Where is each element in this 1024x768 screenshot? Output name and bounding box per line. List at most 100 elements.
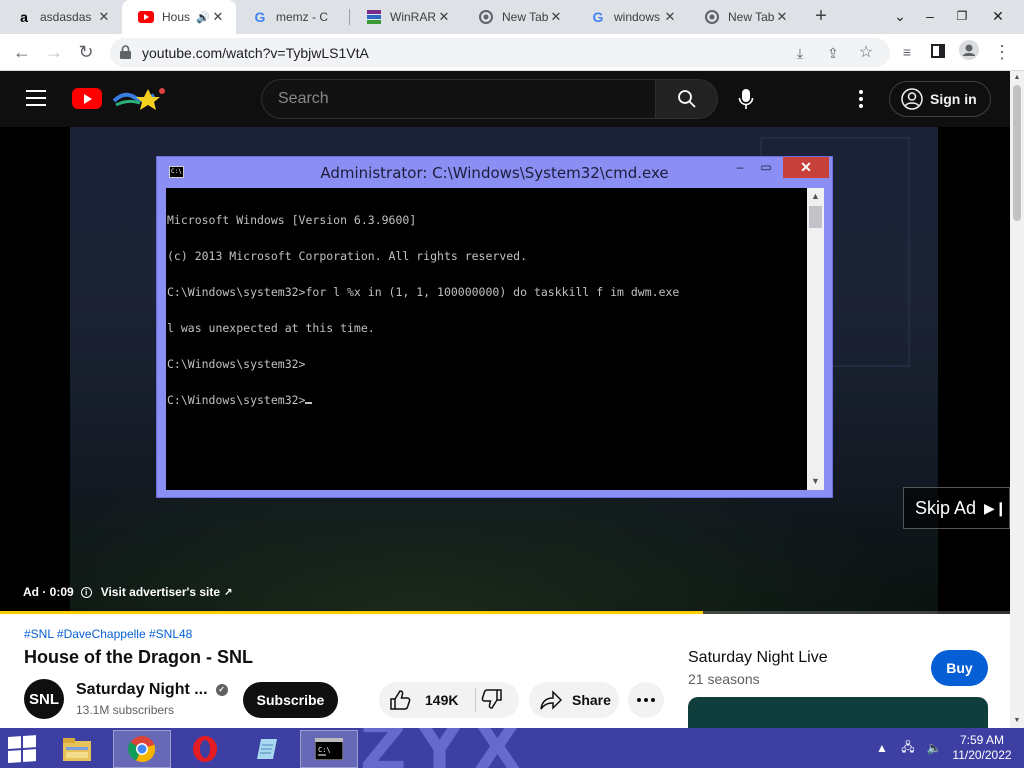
offer-seasons: 21 seasons: [688, 671, 760, 687]
search-button[interactable]: [655, 79, 718, 119]
taskbar-chrome-icon[interactable]: [113, 730, 171, 768]
taskbar-file-explorer-icon[interactable]: [48, 730, 106, 768]
side-panel-icon[interactable]: [926, 40, 950, 64]
reload-icon[interactable]: ↻: [74, 40, 98, 64]
youtube-logo-icon[interactable]: [72, 88, 102, 109]
scroll-thumb[interactable]: [809, 206, 822, 228]
tab-windows[interactable]: G windows ✕: [574, 0, 688, 34]
cmd-minimize-icon[interactable]: –: [727, 157, 753, 179]
close-tab-icon[interactable]: ✕: [96, 9, 112, 25]
chrome-icon: [478, 9, 494, 25]
skip-ad-label: Skip Ad: [915, 497, 977, 518]
cmd-maximize-icon[interactable]: ▭: [753, 157, 779, 179]
bookmark-star-icon[interactable]: ☆: [856, 43, 876, 63]
tab-search-chevron-icon[interactable]: ⌄: [884, 0, 916, 34]
more-actions-icon[interactable]: [628, 682, 664, 718]
close-tab-icon[interactable]: ✕: [662, 9, 678, 25]
ad-info-bar: Ad · 0:09 i Visit advertiser's site ↗: [23, 585, 232, 599]
hashtags[interactable]: #SNL #DaveChappelle #SNL48: [24, 627, 192, 641]
close-tab-icon[interactable]: ✕: [436, 9, 452, 25]
restore-icon[interactable]: ❐: [946, 0, 978, 34]
amazon-icon: a: [20, 9, 28, 25]
youtube-doodle-icon[interactable]: [110, 85, 170, 111]
search-icon: [677, 90, 696, 108]
channel-name[interactable]: Saturday Night ... ✓: [76, 681, 228, 699]
guide-menu-icon[interactable]: [26, 90, 46, 106]
page-scroll-up-icon[interactable]: ▲: [1010, 71, 1024, 85]
speaker-icon[interactable]: 🔊: [196, 11, 210, 24]
tab-title: New Tab: [728, 10, 775, 24]
page-scrollbar[interactable]: ▲ ▼: [1010, 71, 1024, 728]
dislike-button[interactable]: [481, 688, 505, 712]
media-control-icon[interactable]: ≡: [895, 40, 919, 64]
google-icon: G: [254, 9, 266, 25]
skip-ad-button[interactable]: Skip Ad ▶❙: [903, 487, 1010, 529]
page-scroll-down-icon[interactable]: ▼: [1010, 714, 1024, 728]
thumbs-down-icon: [481, 689, 502, 709]
tab-title: windows: [614, 10, 661, 24]
show-hidden-icons-icon[interactable]: ▲: [872, 741, 892, 755]
tab-strip: a asdasdas ✕ House 🔊 ✕ G memz - C WinRAR…: [0, 0, 1024, 34]
share-button[interactable]: Share: [529, 682, 619, 718]
windows-taskbar: ZYX C:\ ▲ 🖧 🔈 7:59 AM 11/20/2022: [0, 728, 1024, 768]
address-bar[interactable]: youtube.com/watch?v=TybjwLS1VtA ⤓ ⇪ ☆: [110, 38, 890, 67]
youtube-icon: [138, 9, 154, 25]
close-tab-icon[interactable]: ✕: [210, 9, 226, 25]
taskbar-clock[interactable]: 7:59 AM 11/20/2022: [948, 733, 1016, 763]
channel-avatar[interactable]: SNL: [24, 679, 64, 719]
network-icon[interactable]: 🖧: [898, 738, 918, 759]
scroll-down-icon[interactable]: ▼: [807, 473, 824, 490]
buy-button[interactable]: Buy: [931, 650, 988, 686]
cmd-titlebar[interactable]: C:\ Administrator: C:\Windows\System32\c…: [157, 157, 832, 187]
install-icon[interactable]: ⤓: [790, 43, 810, 63]
taskbar-opera-icon[interactable]: [176, 730, 234, 768]
taskbar-cmd-icon[interactable]: C:\: [300, 730, 358, 768]
search-input[interactable]: Search: [261, 79, 655, 119]
video-details: #SNL #DaveChappelle #SNL48 House of the …: [0, 614, 1010, 737]
offer-title[interactable]: Saturday Night Live: [688, 649, 828, 667]
wallpaper-lettering: ZYX: [360, 728, 533, 768]
minimize-icon[interactable]: –: [914, 0, 946, 34]
like-count: 149K: [425, 692, 459, 708]
console-line: C:\Windows\system32>for l %x in (1, 1, 1…: [167, 285, 680, 299]
visit-advertiser-link[interactable]: Visit advertiser's site: [101, 585, 220, 599]
close-tab-icon[interactable]: ✕: [774, 9, 790, 25]
tab-memz[interactable]: G memz - C: [236, 0, 350, 34]
tab-new-tab-2[interactable]: New Tab ✕: [688, 0, 800, 34]
tab-winrar[interactable]: WinRAR ✕: [350, 0, 462, 34]
browser-menu-icon[interactable]: ⋮: [990, 40, 1014, 64]
page-scroll-thumb[interactable]: [1013, 85, 1021, 221]
sign-in-button[interactable]: Sign in: [889, 81, 991, 117]
clock-time: 7:59 AM: [959, 733, 1005, 747]
tab-new-tab-1[interactable]: New Tab ✕: [462, 0, 574, 34]
channel-name-text: Saturday Night ...: [76, 681, 208, 698]
voice-search-button[interactable]: [728, 81, 764, 117]
cmd-scrollbar[interactable]: ▲ ▼: [807, 188, 824, 490]
sign-in-label: Sign in: [930, 91, 977, 107]
close-window-icon[interactable]: ✕: [982, 0, 1014, 34]
console-line: C:\Windows\system32>: [167, 357, 306, 371]
ad-time: Ad · 0:09: [23, 585, 74, 599]
settings-more-icon[interactable]: [852, 87, 870, 111]
cmd-close-icon[interactable]: ✕: [783, 157, 829, 178]
tab-amazon[interactable]: a asdasdas ✕: [0, 0, 122, 34]
share-page-icon[interactable]: ⇪: [823, 43, 843, 63]
like-button[interactable]: 149K: [389, 682, 458, 718]
cmd-window[interactable]: C:\ Administrator: C:\Windows\System32\c…: [156, 156, 833, 498]
windows-start-icon[interactable]: [8, 735, 38, 764]
google-icon: G: [592, 9, 604, 25]
back-icon[interactable]: ←: [10, 40, 34, 64]
taskbar-notepad-icon[interactable]: [238, 730, 296, 768]
volume-icon[interactable]: 🔈: [924, 741, 944, 755]
subscribe-button[interactable]: Subscribe: [243, 682, 338, 718]
new-tab-button[interactable]: +: [810, 6, 832, 28]
forward-icon[interactable]: →: [42, 40, 66, 64]
tab-youtube[interactable]: House 🔊 ✕: [122, 0, 236, 34]
close-tab-icon[interactable]: ✕: [548, 9, 564, 25]
text-cursor: [305, 402, 313, 404]
thumbs-up-icon: [390, 690, 411, 710]
cmd-console[interactable]: Microsoft Windows [Version 6.3.9600] (c)…: [166, 188, 807, 490]
ad-info-icon[interactable]: i: [80, 586, 92, 598]
scroll-up-icon[interactable]: ▲: [807, 188, 824, 205]
profile-icon[interactable]: [957, 40, 981, 64]
